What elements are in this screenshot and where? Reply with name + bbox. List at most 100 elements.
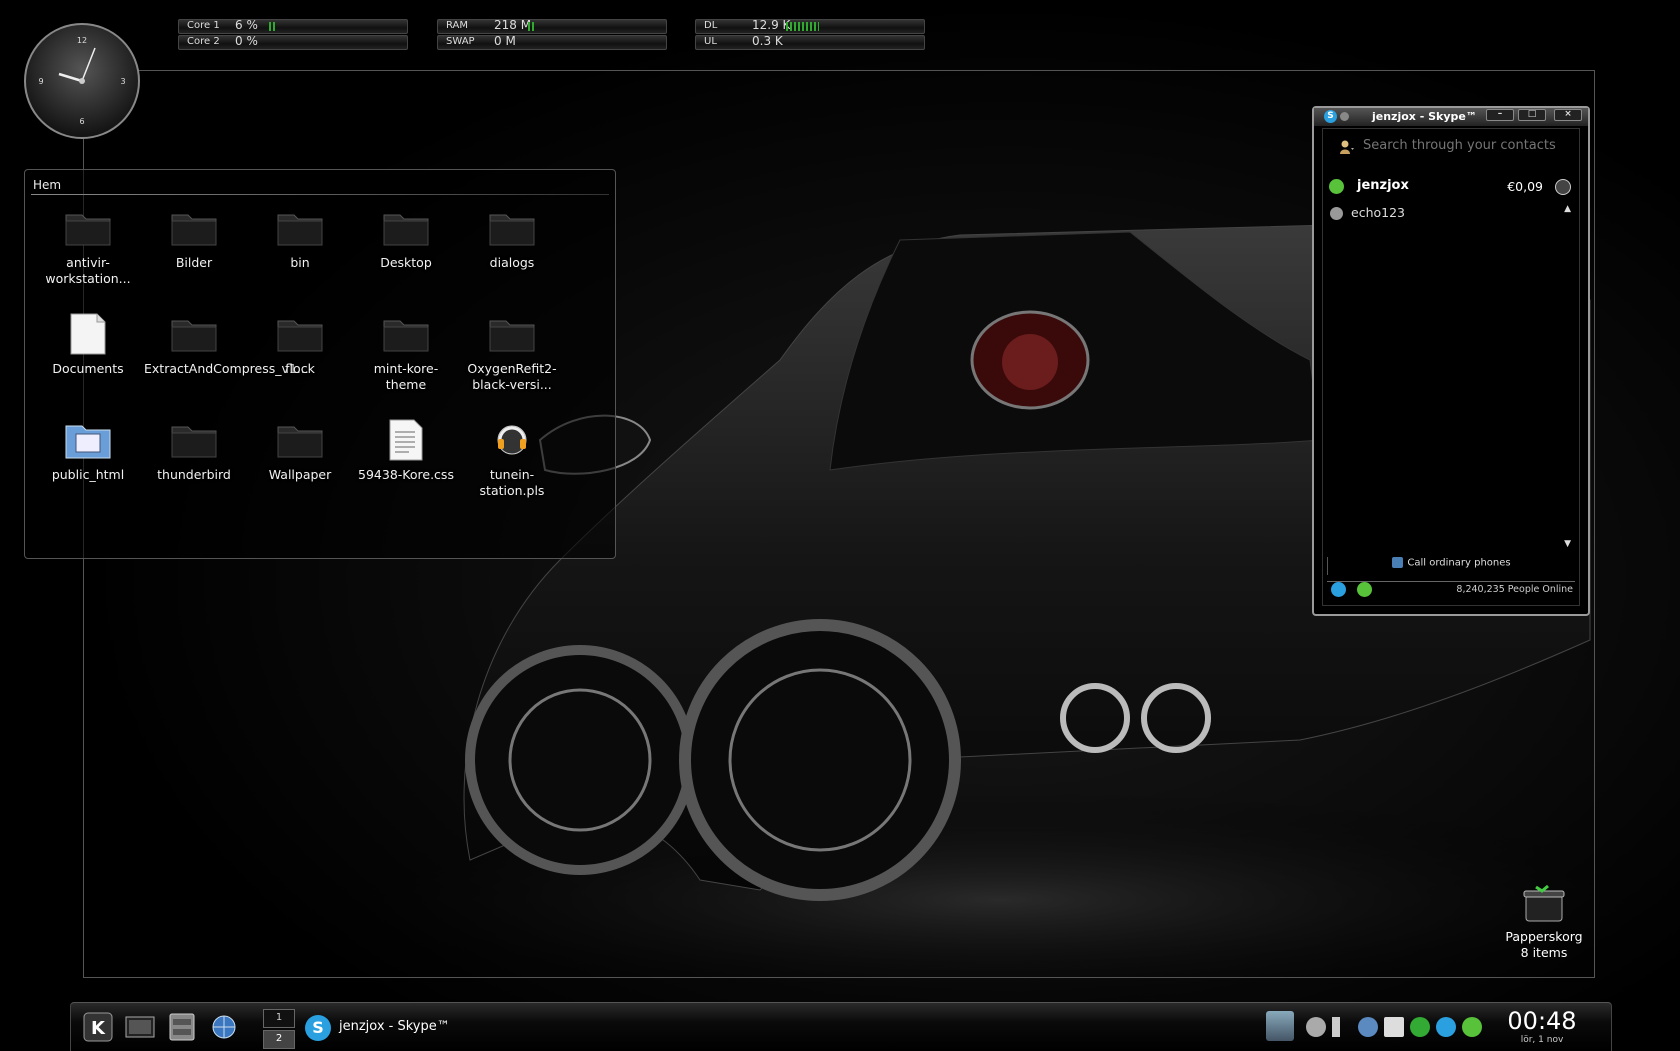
phone-icon (1392, 557, 1404, 568)
virtual-desktop-pager: 1 2 (263, 1009, 295, 1049)
desktop-file-item[interactable]: Documents (35, 311, 141, 417)
file-name-label: OxygenRefit2-black-versi... (467, 361, 557, 392)
skype-tray-icon[interactable] (1436, 1017, 1456, 1037)
scroll-up-arrow-icon[interactable]: ▲ (1564, 204, 1571, 214)
folder-view-separator (31, 194, 609, 195)
network-globe-icon (212, 1015, 236, 1039)
task-skype[interactable]: S jenzjox - Skype™ (303, 1011, 703, 1043)
settings-icon[interactable] (1358, 1017, 1378, 1037)
kde-logo-icon: K (83, 1012, 113, 1042)
clock-numeral-6: 6 (79, 117, 84, 126)
scroll-down-arrow-icon[interactable]: ▼ (1564, 539, 1571, 549)
skype-credit[interactable]: €0,09 (1507, 179, 1543, 194)
online-tray-icon[interactable] (1462, 1017, 1482, 1037)
online-status-icon (1329, 179, 1344, 194)
kde-menu-button[interactable]: K (81, 1011, 115, 1043)
skype-status-bar: 8,240,235 People Online (1329, 579, 1575, 601)
clipboard-icon[interactable] (1384, 1017, 1404, 1037)
monitor-row: SWAP 0 M (437, 35, 667, 50)
desktop-file-item[interactable]: ExtractAndCompress_v1... (141, 311, 309, 417)
desktop-file-item[interactable]: Bilder (141, 205, 247, 311)
network-launcher[interactable] (207, 1011, 241, 1043)
own-profile-row[interactable]: jenzjox €0,09 (1329, 177, 1573, 199)
file-name-label: ExtractAndCompress_v1... (144, 361, 309, 376)
desktop-file-item[interactable]: OxygenRefit2-black-versi... (459, 311, 565, 417)
skype-task-icon: S (305, 1015, 331, 1041)
clock-numeral-12: 12 (77, 36, 87, 45)
desktop-file-item[interactable]: tunein-station.pls (459, 417, 565, 523)
status-dot-icon (1340, 112, 1349, 121)
contact-status-icon (1330, 207, 1343, 220)
volume-icon[interactable] (1332, 1017, 1352, 1037)
file-name-label: tunein-station.pls (479, 467, 545, 498)
monitor-row: Core 1 6 % (178, 19, 408, 34)
maximize-button[interactable]: □ (1518, 109, 1546, 121)
chat-icon[interactable] (1306, 1017, 1326, 1037)
file-cabinet-icon (169, 1013, 195, 1041)
monitor-label: Core 1 (187, 20, 220, 31)
skype-titlebar[interactable]: S jenzjox - Skype™ – □ × (1314, 108, 1588, 126)
contact-row[interactable]: echo123 ▲ (1329, 204, 1573, 224)
desktop-file-item[interactable]: dialogs (459, 205, 565, 311)
contact-search[interactable] (1327, 133, 1575, 163)
minimize-button[interactable]: – (1486, 109, 1514, 121)
folder-icon (63, 205, 113, 251)
own-username: jenzjox (1357, 178, 1409, 193)
desktop-file-item[interactable]: public_html (35, 417, 141, 523)
memory-monitor: RAM 218 M SWAP 0 M (437, 19, 667, 50)
file-name-label: Documents (52, 361, 124, 376)
folder-view-title: Hem (33, 178, 62, 192)
show-desktop-button[interactable] (123, 1011, 157, 1043)
desktop-1[interactable]: 1 (263, 1009, 295, 1028)
file-name-label: antivir-workstation... (45, 255, 131, 286)
desktop-2[interactable]: 2 (263, 1030, 295, 1049)
folder-icon (275, 311, 325, 357)
clock-icon[interactable] (1555, 179, 1571, 195)
trash-widget[interactable]: Papperskorg 8 items (1500, 883, 1588, 961)
file-name-label: flock (285, 361, 315, 376)
file-manager-launcher[interactable] (165, 1011, 199, 1043)
device-notifier-icon[interactable] (1266, 1011, 1294, 1041)
monitor-value: 6 % (235, 18, 258, 32)
desktop-file-item[interactable]: flock (247, 311, 353, 417)
trash-count: 8 items (1520, 945, 1568, 960)
folder-view-widget: Hem antivir-workstation... Bilder bin Deskt… (24, 169, 616, 559)
document-icon (63, 311, 113, 357)
monitor-label: DL (704, 20, 718, 31)
monitor-value: 0.3 K (752, 34, 783, 48)
digital-clock[interactable]: 00:48 lör, 1 nov (1506, 1007, 1578, 1045)
monitor-row: UL 0.3 K (695, 35, 925, 50)
desktop-file-item[interactable]: thunderbird (141, 417, 247, 523)
file-name-label: 59438-Kore.css (358, 467, 454, 482)
search-input[interactable] (1361, 137, 1575, 154)
desktop-file-item[interactable]: bin (247, 205, 353, 311)
monitor-label: Core 2 (187, 36, 220, 47)
desktop-file-item[interactable]: 59438-Kore.css (353, 417, 459, 523)
call-phones-link[interactable]: Call ordinary phones (1327, 557, 1575, 575)
monitor-label: SWAP (446, 36, 475, 47)
close-button[interactable]: × (1554, 109, 1582, 121)
monitor-row: DL 12.9 K (695, 19, 925, 34)
skype-content: jenzjox €0,09 echo123 ▲ ▼ Call ordinary … (1322, 128, 1580, 606)
file-name-label: thunderbird (157, 467, 231, 482)
monitor-row: Core 2 0 % (178, 35, 408, 50)
taskbar: K 1 2 S jenzjox - Skype™ 00:48 lör, 1 no… (70, 1002, 1612, 1051)
file-name-label: dialogs (489, 255, 535, 270)
desktop-file-item[interactable]: mint-kore-theme (353, 311, 459, 417)
skype-menu-icon[interactable] (1331, 582, 1346, 597)
file-name-label: mint-kore-theme (373, 361, 439, 392)
add-contact-icon[interactable] (1357, 582, 1372, 597)
green-status-icon[interactable] (1410, 1017, 1430, 1037)
folder-icon (169, 311, 219, 357)
skype-window[interactable]: S jenzjox - Skype™ – □ × jenzjox €0,09 e… (1312, 106, 1590, 616)
add-contact-search-icon (1339, 139, 1355, 155)
monitor-label: UL (704, 36, 717, 47)
contact-name: echo123 (1351, 205, 1405, 220)
desktop-file-item[interactable]: Wallpaper (247, 417, 353, 523)
analog-clock-widget[interactable]: 12 3 6 9 (23, 22, 141, 140)
file-name-label: public_html (51, 467, 125, 482)
file-name-label: Bilder (175, 255, 213, 270)
desktop-file-item[interactable]: antivir-workstation... (35, 205, 141, 311)
desktop-file-item[interactable]: Desktop (353, 205, 459, 311)
text-file-icon (381, 417, 431, 463)
